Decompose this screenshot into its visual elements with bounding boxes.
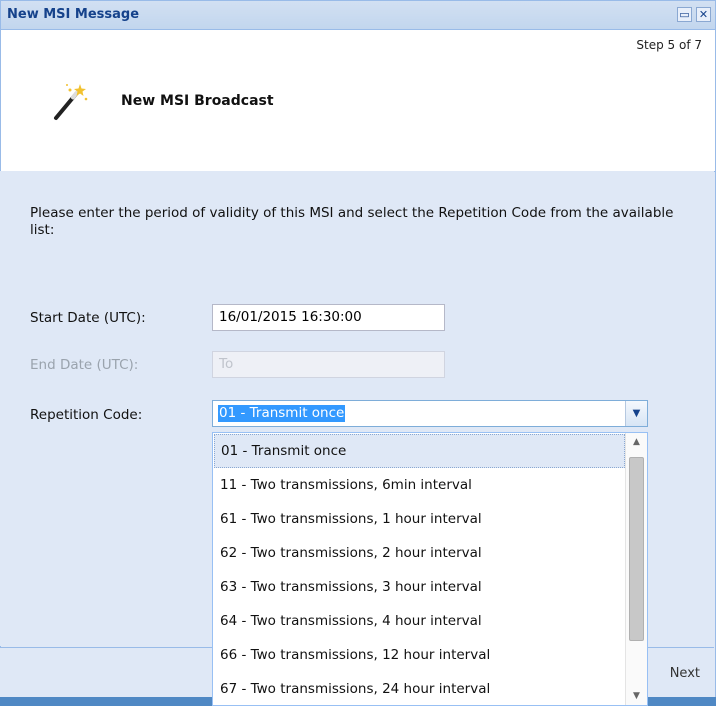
- close-icon[interactable]: ✕: [696, 7, 711, 22]
- window-title: New MSI Message: [7, 7, 140, 22]
- repetition-code-list[interactable]: 01 - Transmit once 11 - Two transmission…: [212, 432, 648, 706]
- repetition-code-label: Repetition Code:: [30, 407, 143, 423]
- list-item[interactable]: 61 - Two transmissions, 1 hour interval: [214, 502, 625, 536]
- list-item[interactable]: 62 - Two transmissions, 2 hour interval: [214, 536, 625, 570]
- title-bar[interactable]: New MSI Message ▭ ✕: [1, 1, 715, 30]
- scrollbar-thumb[interactable]: [629, 457, 644, 641]
- next-button[interactable]: Next: [650, 658, 706, 688]
- start-date-label: Start Date (UTC):: [30, 310, 146, 326]
- start-date-input[interactable]: 16/01/2015 16:30:00: [212, 304, 445, 331]
- step-indicator: Step 5 of 7: [636, 38, 702, 52]
- scroll-down-icon[interactable]: ▼: [626, 687, 647, 705]
- scroll-up-icon[interactable]: ▲: [626, 433, 647, 451]
- list-item[interactable]: 63 - Two transmissions, 3 hour interval: [214, 570, 625, 604]
- wizard-title: New MSI Broadcast: [121, 93, 274, 109]
- end-date-input[interactable]: To: [212, 351, 445, 378]
- repetition-code-value[interactable]: 01 - Transmit once: [218, 405, 346, 422]
- chevron-down-icon[interactable]: ▼: [625, 401, 647, 426]
- list-item[interactable]: 11 - Two transmissions, 6min interval: [214, 468, 625, 502]
- repetition-code-combo[interactable]: 01 - Transmit once ▼: [212, 400, 648, 427]
- list-item[interactable]: 67 - Two transmissions, 24 hour interval: [214, 672, 625, 705]
- list-item[interactable]: 64 - Two transmissions, 4 hour interval: [214, 604, 625, 638]
- magic-wand-icon: [54, 84, 88, 120]
- list-scrollbar[interactable]: ▲ ▼: [625, 433, 647, 705]
- list-item[interactable]: 66 - Two transmissions, 12 hour interval: [214, 638, 625, 672]
- restore-icon[interactable]: ▭: [677, 7, 692, 22]
- end-date-label: End Date (UTC):: [30, 357, 139, 373]
- instructions-text: Please enter the period of validity of t…: [30, 205, 674, 238]
- list-item[interactable]: 01 - Transmit once: [214, 434, 625, 468]
- wizard-header: [1, 30, 715, 172]
